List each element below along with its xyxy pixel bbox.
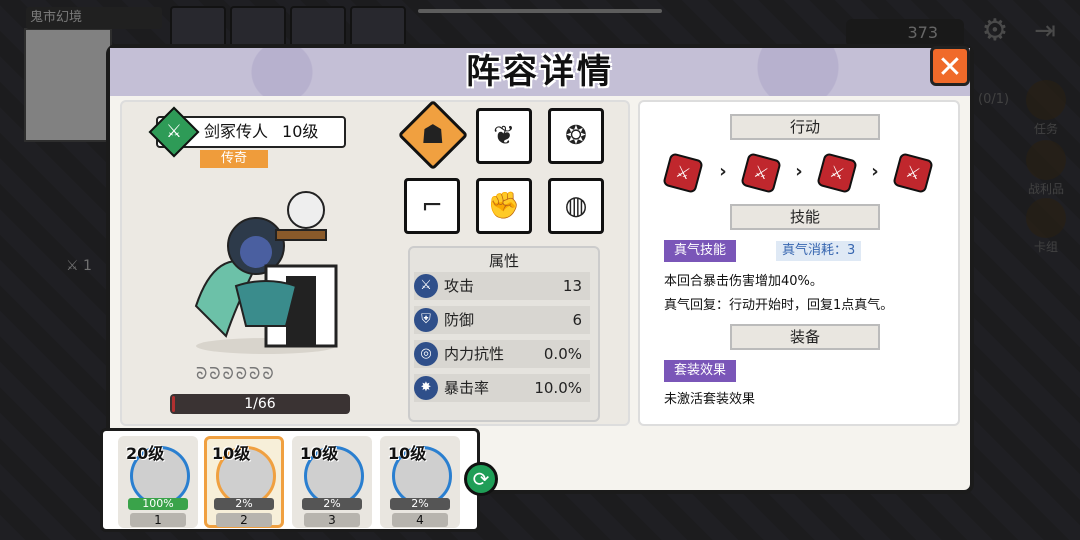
- skill-tag: 真气技能: [664, 240, 737, 262]
- chevron-right-icon: ›: [795, 161, 803, 182]
- hero-name: 剑冢传人: [204, 122, 269, 141]
- hero-level: 10级: [282, 122, 319, 141]
- attr-row-resist: ◎ 内力抗性 0.0%: [414, 340, 590, 368]
- team-hp: 2%: [214, 498, 274, 510]
- team-level: 10级: [388, 444, 427, 463]
- equip-slot-helmet[interactable]: ❂: [548, 108, 604, 164]
- helmet-icon: ❂: [565, 121, 587, 151]
- armor-icon: ❦: [493, 121, 515, 151]
- team-number: 1: [130, 513, 186, 527]
- set-effect-description: 未激活套装效果: [664, 392, 756, 407]
- equip-slot-boot[interactable]: ⌐: [404, 178, 460, 234]
- attr-value: 13: [562, 277, 582, 295]
- attribute-title: 属性: [488, 252, 519, 270]
- set-effect-tag: 套装效果: [664, 360, 737, 382]
- team-hp: 100%: [128, 498, 188, 510]
- equip-slot-glove[interactable]: ✊: [476, 178, 532, 234]
- glove-icon: ✊: [487, 191, 521, 221]
- equip-slot-ring[interactable]: ◍: [548, 178, 604, 234]
- team-level: 10级: [212, 444, 251, 463]
- chevron-right-icon: ›: [871, 161, 879, 182]
- attr-label: 攻击: [444, 277, 475, 295]
- attr-label: 内力抗性: [444, 345, 505, 363]
- attr-row-crit: ✸ 暴击率 10.0%: [414, 374, 590, 402]
- team-number: 3: [304, 513, 360, 527]
- team-number: 4: [392, 513, 448, 527]
- attr-value: 6: [572, 311, 582, 329]
- attr-row-defense: ⛨ 防御 6: [414, 306, 590, 334]
- team-hp: 2%: [302, 498, 362, 510]
- swirl-icon: ◎: [414, 342, 438, 366]
- swap-icon[interactable]: ⟳: [464, 462, 498, 496]
- team-level: 20级: [126, 444, 165, 463]
- team-level: 10级: [300, 444, 339, 463]
- skill-header: 技能: [730, 204, 880, 230]
- skill-description: 本回合暴击伤害增加40%。: [664, 274, 823, 289]
- sword-class-icon: ⚔: [165, 121, 183, 142]
- hero-portrait: [194, 191, 338, 354]
- skill-cost: 真气消耗：3: [776, 241, 862, 261]
- equip-header: 装备: [730, 324, 880, 350]
- skill-recovery: 真气回复：行动开始时，回复1点真气。: [664, 298, 894, 313]
- equip-slot-armor[interactable]: ❦: [476, 108, 532, 164]
- ring-icon: ◍: [564, 191, 588, 221]
- attr-value: 0.0%: [543, 345, 582, 363]
- attr-row-attack: ⚔ 攻击 13: [414, 272, 590, 300]
- attr-label: 防御: [444, 311, 475, 329]
- exp-bar: 1/66: [170, 394, 350, 414]
- chevron-right-icon: ›: [719, 161, 727, 182]
- action-header: 行动: [730, 114, 880, 140]
- hero-portrait-icon: ☗: [421, 120, 445, 150]
- star-rating: ᘐᘐᘐᘐᘐᘐ: [196, 364, 276, 383]
- panel-title: 阵容详情: [466, 52, 614, 92]
- shield-icon: ⛨: [414, 308, 438, 332]
- sword-icon: ⚔: [414, 274, 438, 298]
- attr-value: 10.0%: [534, 379, 582, 397]
- team-number: 2: [216, 513, 272, 527]
- rarity-badge: 传奇: [200, 150, 268, 168]
- exp-bar-fill: [172, 396, 175, 412]
- boot-icon: ⌐: [421, 191, 443, 221]
- close-button[interactable]: ✕: [930, 46, 970, 86]
- team-hp: 2%: [390, 498, 450, 510]
- attr-label: 暴击率: [444, 379, 490, 397]
- crit-icon: ✸: [414, 376, 438, 400]
